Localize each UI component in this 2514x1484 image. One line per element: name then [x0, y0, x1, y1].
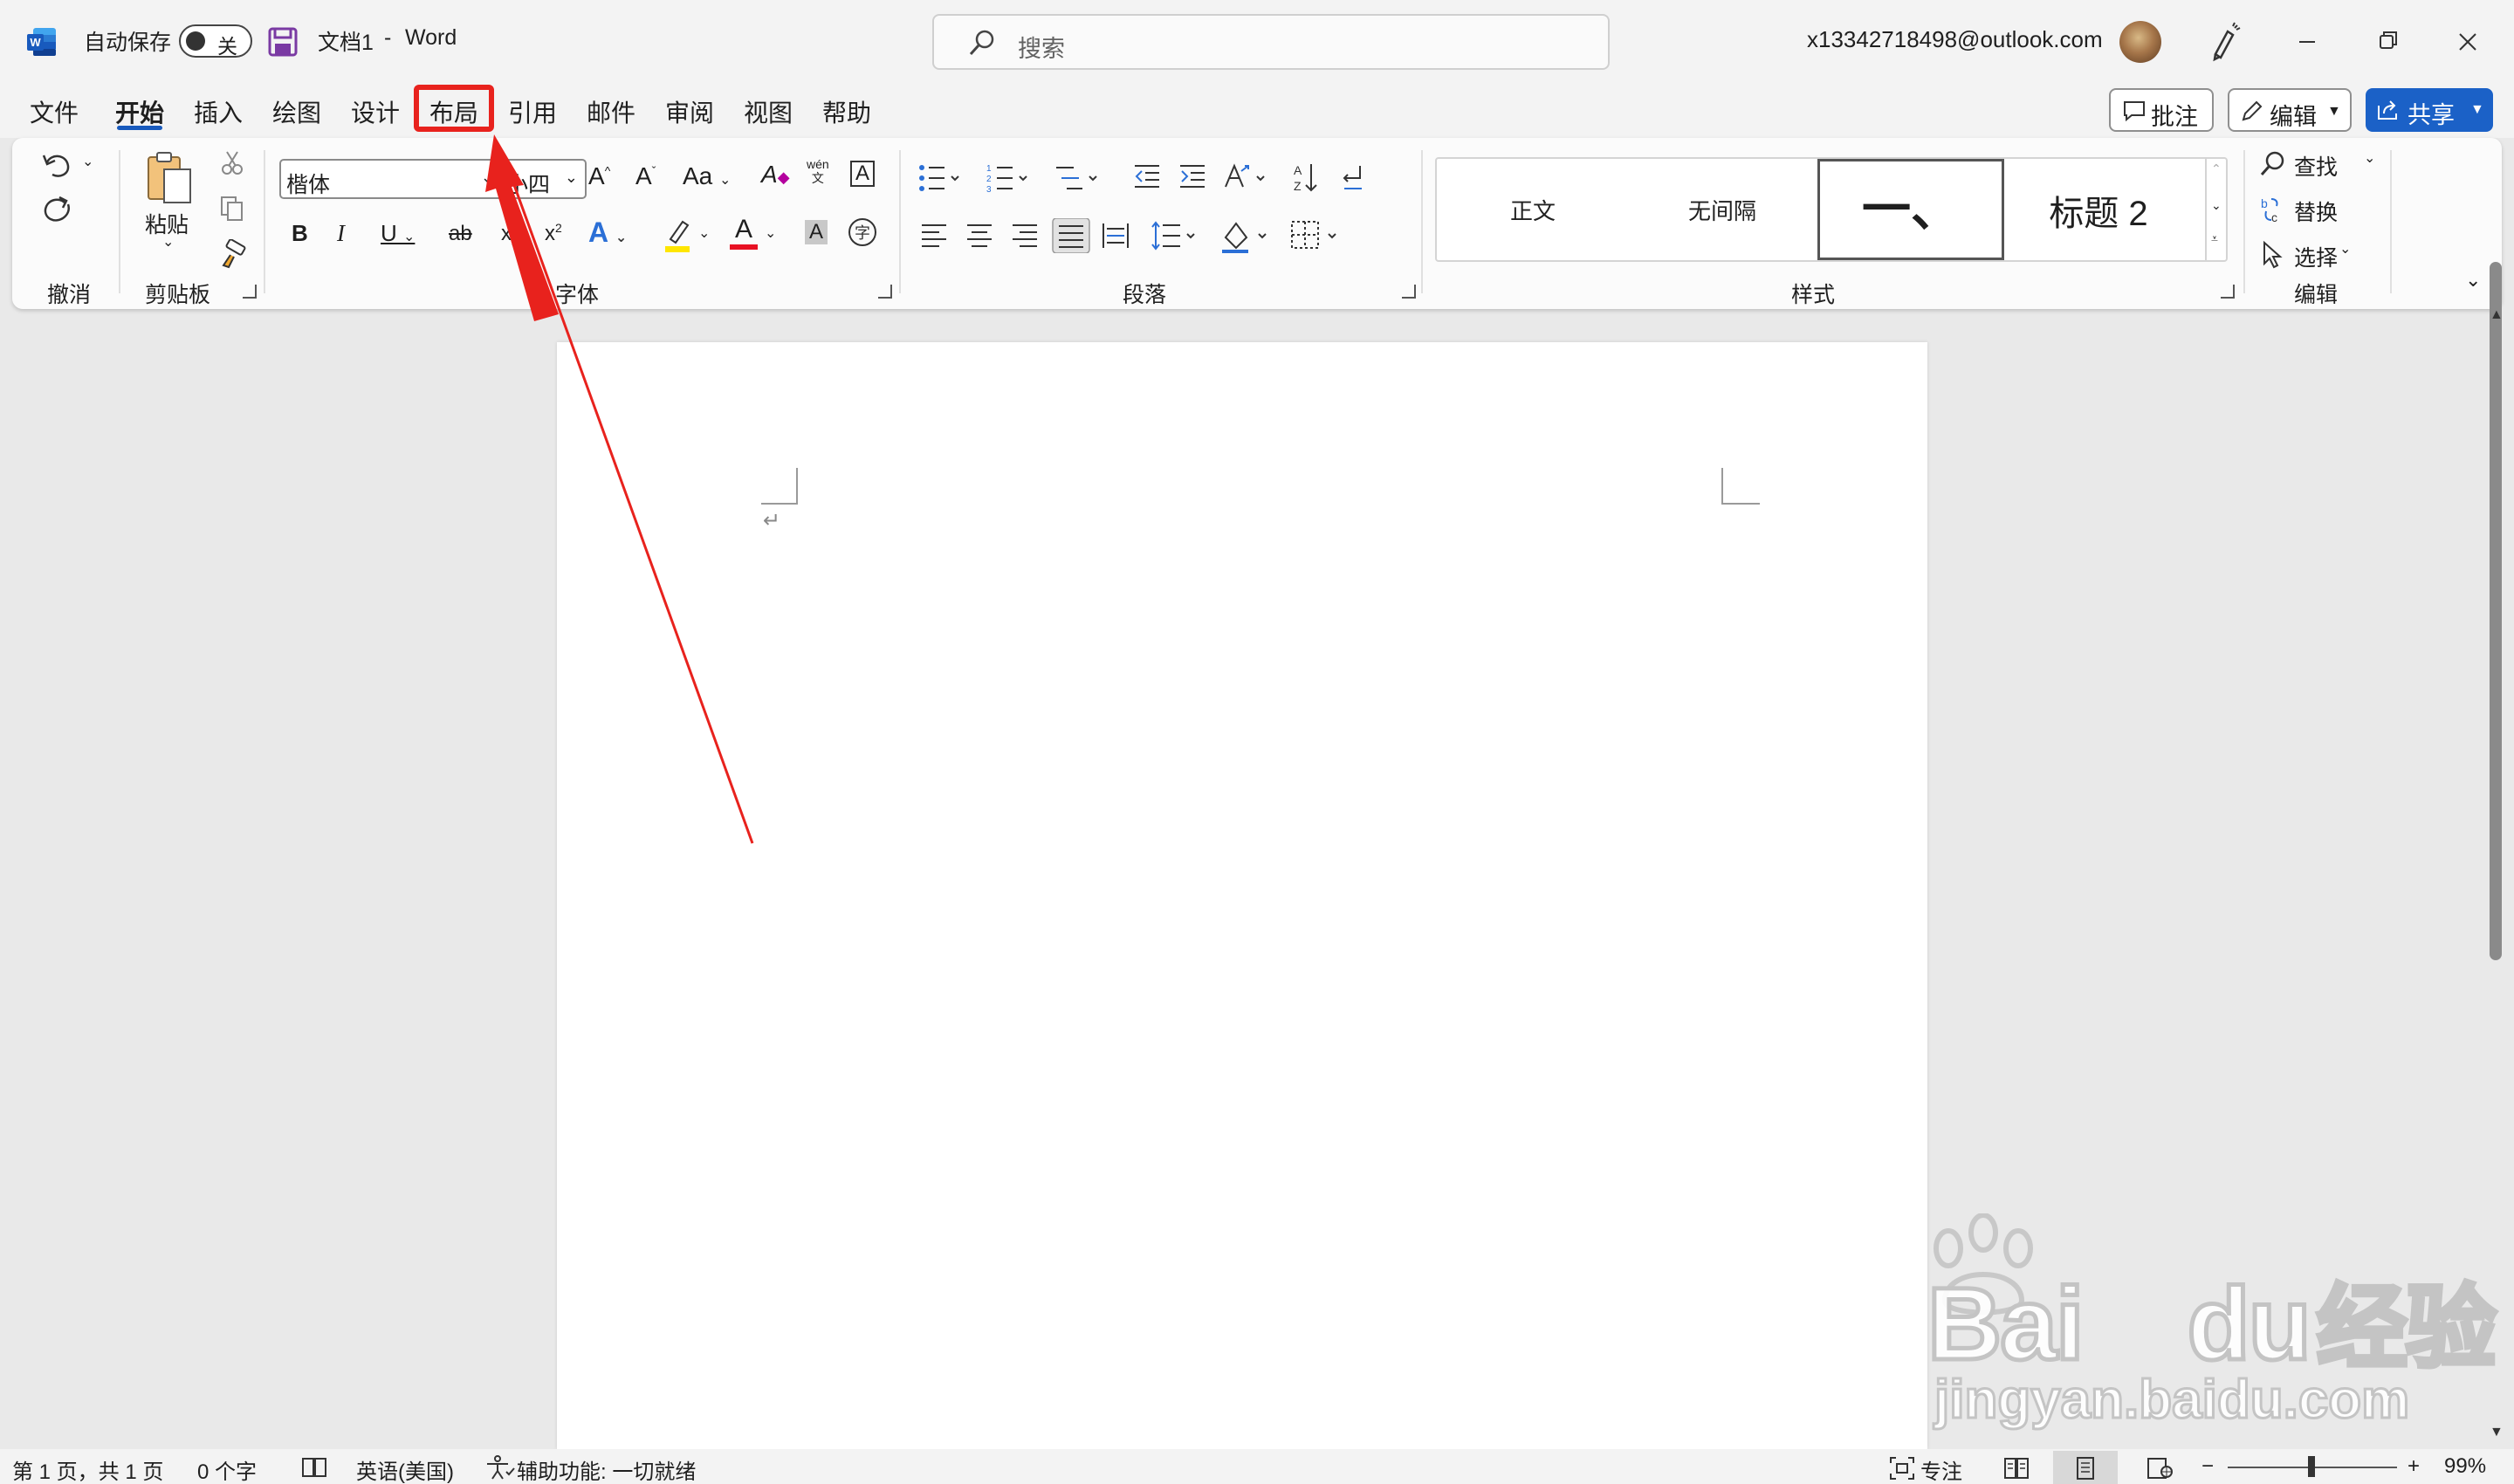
focus-label[interactable]: 专注 [1920, 1454, 1962, 1484]
proofing-icon[interactable] [300, 1456, 328, 1481]
accessibility-status[interactable]: 辅助功能: 一切就绪 [517, 1454, 696, 1484]
page-count[interactable]: 第 1 页，共 1 页 [12, 1454, 163, 1484]
annotation-arrow [485, 134, 754, 844]
print-layout-button[interactable] [2053, 1451, 2118, 1484]
zoom-level[interactable]: 99% [2444, 1454, 2486, 1479]
zoom-out-icon[interactable]: − [2201, 1454, 2214, 1479]
status-bar: 第 1 页，共 1 页 0 个字 英语(美国) 辅助功能: 一切就绪 专注 − … [0, 1449, 2514, 1484]
zoom-slider-thumb[interactable] [2308, 1456, 2315, 1477]
web-layout-icon[interactable] [2146, 1456, 2174, 1481]
zoom-in-icon[interactable]: + [2408, 1454, 2420, 1479]
focus-icon[interactable] [1889, 1456, 1915, 1481]
read-mode-icon[interactable] [2002, 1456, 2030, 1481]
language-indicator[interactable]: 英语(美国) [356, 1454, 454, 1484]
accessibility-icon[interactable] [485, 1454, 515, 1481]
print-layout-icon [2077, 1457, 2094, 1480]
word-count[interactable]: 0 个字 [197, 1454, 257, 1484]
